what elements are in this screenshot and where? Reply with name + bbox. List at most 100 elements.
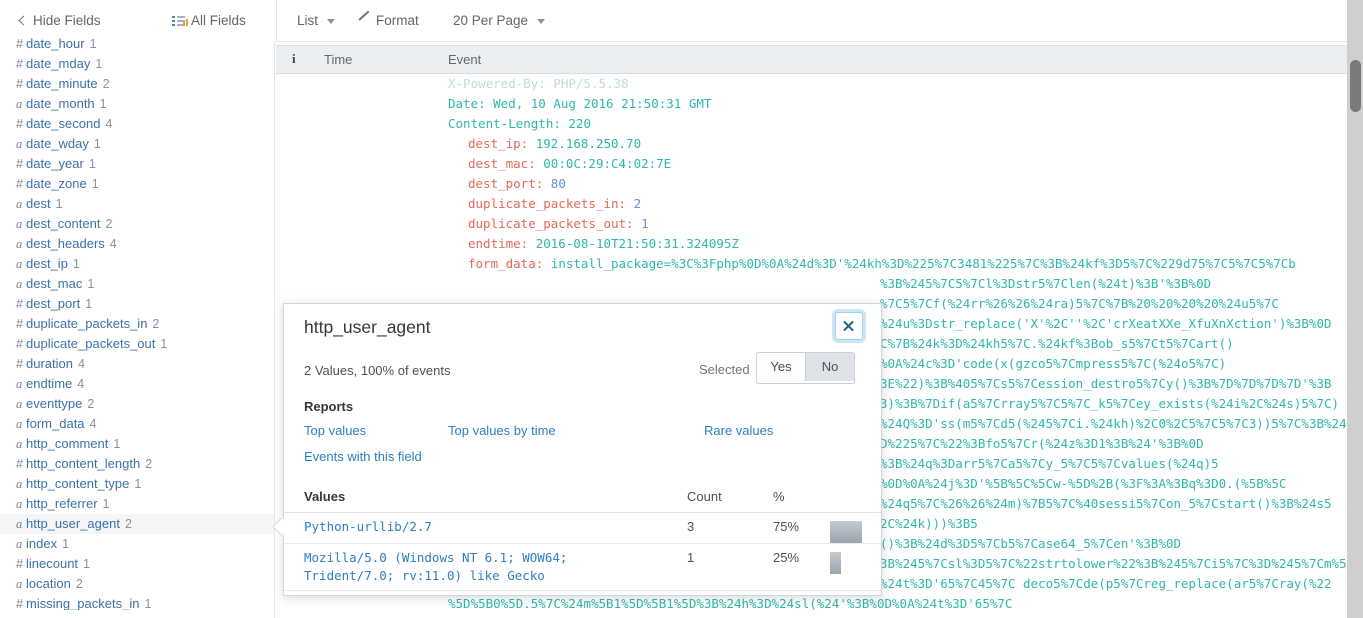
field-name-label: duration bbox=[26, 356, 73, 371]
event-field-value[interactable]: 1 bbox=[641, 216, 649, 231]
hide-fields-button[interactable]: Hide Fields bbox=[18, 14, 101, 28]
per-page-dropdown[interactable]: 20 Per Page bbox=[453, 14, 546, 28]
event-column-header[interactable]: Event bbox=[448, 52, 481, 67]
event-field-value[interactable]: 00:0C:29:C4:02:7E bbox=[543, 156, 671, 171]
sidebar-field-dest[interactable]: a dest 1 bbox=[0, 194, 275, 214]
values-table-row: Mozilla/5.0 (Windows NT 6.1; WOW64; Trid… bbox=[284, 543, 881, 591]
selected-toggle[interactable]: Yes No bbox=[756, 352, 855, 384]
all-fields-label: All Fields bbox=[191, 13, 246, 28]
fields-sidebar[interactable]: # date_hour 1 # date_mday 1 # date_minute 2 a date… bbox=[0, 34, 275, 610]
sidebar-field-date_minute[interactable]: # date_minute 2 bbox=[0, 74, 275, 94]
field-type-icon: # bbox=[16, 317, 23, 331]
sidebar-field-duration[interactable]: # duration 4 bbox=[0, 354, 275, 374]
value-link[interactable]: Python-urllib/2.7 bbox=[304, 518, 664, 536]
sidebar-field-dest_ip[interactable]: a dest_ip 1 bbox=[0, 254, 275, 274]
sidebar-field-dest_port[interactable]: # dest_port 1 bbox=[0, 294, 275, 314]
field-name-label: http_user_agent bbox=[26, 516, 120, 531]
count-col-header: Count bbox=[687, 489, 722, 504]
sidebar-field-linecount[interactable]: # linecount 1 bbox=[0, 554, 275, 574]
field-value-count: 1 bbox=[88, 157, 96, 171]
event-field-value[interactable]: 192.168.250.70 bbox=[536, 136, 641, 151]
event-field-key[interactable]: dest_port: bbox=[468, 176, 551, 191]
sidebar-field-date_month[interactable]: a date_month 1 bbox=[0, 94, 275, 114]
field-name-label: date_zone bbox=[26, 176, 87, 191]
value-link[interactable]: Mozilla/5.0 (Windows NT 6.1; WOW64; Trid… bbox=[304, 549, 664, 585]
selected-no-option[interactable]: No bbox=[805, 353, 854, 381]
field-name-label: endtime bbox=[26, 376, 73, 391]
sidebar-field-eventtype[interactable]: a eventtype 2 bbox=[0, 394, 275, 414]
sidebar-field-http_referrer[interactable]: a http_referrer 1 bbox=[0, 494, 275, 514]
chevron-left-icon bbox=[18, 15, 29, 26]
field-name-label: dest_headers bbox=[26, 236, 105, 251]
sidebar-field-dest_mac[interactable]: a dest_mac 1 bbox=[0, 274, 275, 294]
event-line: dest_mac: 00:0C:29:C4:02:7E bbox=[276, 154, 1347, 174]
sidebar-field-date_hour[interactable]: # date_hour 1 bbox=[0, 34, 275, 54]
event-field-key[interactable]: form_data: bbox=[468, 256, 551, 271]
pencil-icon bbox=[359, 15, 370, 26]
field-name-label: date_second bbox=[26, 116, 101, 131]
event-field-key[interactable]: dest_ip: bbox=[468, 136, 536, 151]
report-top-values-by-time-link[interactable]: Top values by time bbox=[448, 423, 556, 438]
all-fields-button[interactable]: All Fields bbox=[172, 14, 246, 28]
event-field-value[interactable]: install_package=%3C%3Fphp%0D%0A%24d%3D'%… bbox=[551, 256, 1296, 271]
field-type-icon: a bbox=[16, 377, 23, 391]
event-field-key[interactable]: dest_mac: bbox=[468, 156, 543, 171]
field-name-label: http_content_type bbox=[26, 476, 130, 491]
field-value-count: 2 bbox=[75, 577, 83, 591]
field-name-label: dest_mac bbox=[26, 276, 83, 291]
field-name-label: form_data bbox=[26, 416, 85, 431]
event-field-value[interactable]: 2016-08-10T21:50:31.324095Z bbox=[536, 236, 739, 251]
page-scrollbar-thumb[interactable] bbox=[1350, 60, 1361, 112]
report-top-values-link[interactable]: Top values bbox=[304, 423, 366, 438]
format-button[interactable]: Format bbox=[359, 14, 419, 28]
sidebar-field-index[interactable]: a index 1 bbox=[0, 534, 275, 554]
event-field-key[interactable]: endtime: bbox=[468, 236, 536, 251]
sidebar-field-http_comment[interactable]: a http_comment 1 bbox=[0, 434, 275, 454]
field-value-count: 1 bbox=[89, 37, 97, 51]
field-name-label: dest_ip bbox=[26, 256, 68, 271]
sidebar-field-date_zone[interactable]: # date_zone 1 bbox=[0, 174, 275, 194]
sidebar-field-http_content_length[interactable]: # http_content_length 2 bbox=[0, 454, 275, 474]
sidebar-field-dest_content[interactable]: a dest_content 2 bbox=[0, 214, 275, 234]
sidebar-field-duplicate_packets_out[interactable]: # duplicate_packets_out 1 bbox=[0, 334, 275, 354]
sidebar-field-missing_packets_in[interactable]: # missing_packets_in 1 bbox=[0, 594, 275, 610]
field-type-icon: a bbox=[16, 137, 23, 151]
value-count: 3 bbox=[687, 519, 695, 534]
selected-yes-option[interactable]: Yes bbox=[757, 353, 805, 381]
event-field-value[interactable]: 80 bbox=[551, 176, 566, 191]
sidebar-field-endtime[interactable]: a endtime 4 bbox=[0, 374, 275, 394]
time-column-header[interactable]: Time bbox=[324, 52, 352, 67]
event-field-key[interactable]: duplicate_packets_in: bbox=[468, 196, 634, 211]
sidebar-field-date_second[interactable]: # date_second 4 bbox=[0, 114, 275, 134]
sidebar-field-date_wday[interactable]: a date_wday 1 bbox=[0, 134, 275, 154]
list-lines-icon bbox=[172, 15, 188, 26]
field-type-icon: # bbox=[16, 117, 23, 131]
event-line: Content-Length: 220 bbox=[448, 116, 591, 131]
field-value-count: 1 bbox=[83, 557, 90, 571]
field-type-icon: a bbox=[16, 517, 23, 531]
close-icon[interactable] bbox=[835, 312, 863, 340]
sidebar-field-location[interactable]: a location 2 bbox=[0, 574, 275, 594]
page-scrollbar[interactable] bbox=[1347, 0, 1363, 618]
event-field-value[interactable]: 2 bbox=[634, 196, 642, 211]
report-rare-values-link[interactable]: Rare values bbox=[704, 423, 773, 438]
sidebar-field-date_mday[interactable]: # date_mday 1 bbox=[0, 54, 275, 74]
sidebar-field-form_data[interactable]: a form_data 4 bbox=[0, 414, 275, 434]
field-value-count: 2 bbox=[145, 457, 153, 471]
sidebar-field-date_year[interactable]: # date_year 1 bbox=[0, 154, 275, 174]
value-percent: 75% bbox=[773, 519, 800, 534]
field-value-count: 2 bbox=[102, 77, 110, 91]
field-type-icon: a bbox=[16, 277, 23, 291]
sidebar-field-duplicate_packets_in[interactable]: # duplicate_packets_in 2 bbox=[0, 314, 275, 334]
sidebar-field-dest_headers[interactable]: a dest_headers 4 bbox=[0, 234, 275, 254]
field-type-icon: # bbox=[16, 177, 23, 191]
event-field-key[interactable]: duplicate_packets_out: bbox=[468, 216, 641, 231]
list-view-dropdown[interactable]: List bbox=[297, 14, 336, 28]
field-type-icon: a bbox=[16, 237, 23, 251]
sidebar-field-http_content_type[interactable]: a http_content_type 1 bbox=[0, 474, 275, 494]
report-events-with-field-link[interactable]: Events with this field bbox=[304, 449, 422, 464]
event-bottom-clipped-line: %5D%5B0%5D.5%7C%24m%5B1%5D%5B1%5D%3B%24h… bbox=[448, 596, 1013, 611]
pct-col-header: % bbox=[773, 489, 785, 504]
field-value-count: 1 bbox=[113, 437, 121, 451]
sidebar-field-http_user_agent[interactable]: a http_user_agent 2 bbox=[0, 514, 275, 534]
